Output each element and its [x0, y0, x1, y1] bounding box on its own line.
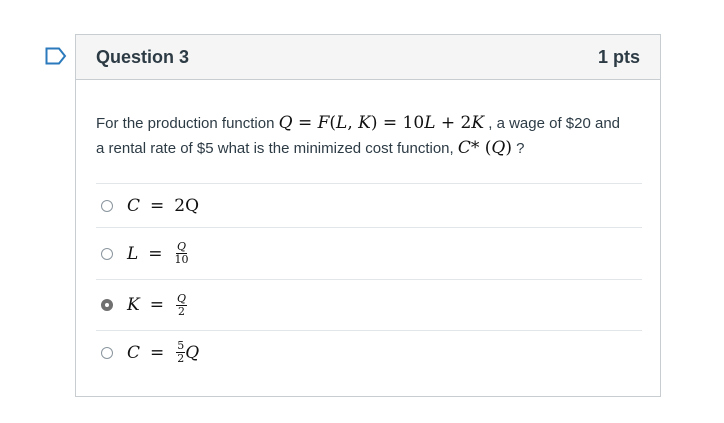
answer-option[interactable]: C = 5 2 Q	[96, 330, 642, 374]
answer-lhs: L	[127, 243, 139, 264]
answer-option[interactable]: K = Q 2	[96, 279, 642, 330]
question-text: For the production function Q = F(L, K) …	[96, 111, 626, 161]
answer-equals: =	[150, 342, 165, 363]
answer-equals: =	[150, 195, 165, 216]
radio-button[interactable]	[101, 199, 113, 212]
production-function-math: Q = F(L, K) = 10L + 2K	[278, 113, 485, 133]
answer-label: K = Q 2	[127, 291, 187, 318]
answer-label: L = Q 10	[127, 241, 189, 266]
radio-button-selected[interactable]	[101, 299, 113, 311]
fraction-denominator: 10	[174, 253, 189, 266]
answer-list: C = 2Q L = Q 10 K = Q 2 C = 5 2 Q	[96, 183, 642, 374]
answer-label: C = 2Q	[127, 196, 199, 216]
fraction-denominator: 2	[177, 304, 185, 318]
answer-rhs-suffix: Q	[185, 342, 200, 363]
answer-option[interactable]: L = Q 10	[96, 227, 642, 279]
bookmark-flag-icon[interactable]	[45, 47, 67, 65]
question-points: 1 pts	[597, 47, 640, 67]
answer-fraction: 5 2	[176, 340, 186, 365]
question-title: Question 3	[96, 47, 190, 67]
answer-lhs: K	[127, 295, 140, 315]
question-text-before: For the production function	[96, 115, 279, 132]
fraction-numerator: Q	[175, 291, 187, 306]
answer-fraction: Q 2	[175, 291, 187, 318]
answer-label: C = 5 2 Q	[127, 340, 199, 365]
radio-button[interactable]	[101, 346, 113, 359]
question-header: Question 3 1 pts	[76, 35, 660, 80]
fraction-denominator: 2	[177, 352, 185, 365]
answer-equals: =	[149, 295, 164, 315]
cost-function-math: C* (Q)	[457, 138, 512, 158]
answer-lhs: C	[127, 195, 141, 216]
radio-button[interactable]	[101, 247, 113, 260]
question-text-after: ?	[512, 140, 525, 157]
answer-lhs: C	[127, 342, 141, 363]
answer-rhs: 2Q	[174, 195, 200, 216]
answer-option[interactable]: C = 2Q	[96, 183, 642, 227]
question-card: Question 3 1 pts For the production func…	[75, 34, 661, 397]
answer-fraction: Q 10	[175, 241, 189, 266]
answer-equals: =	[148, 243, 163, 264]
